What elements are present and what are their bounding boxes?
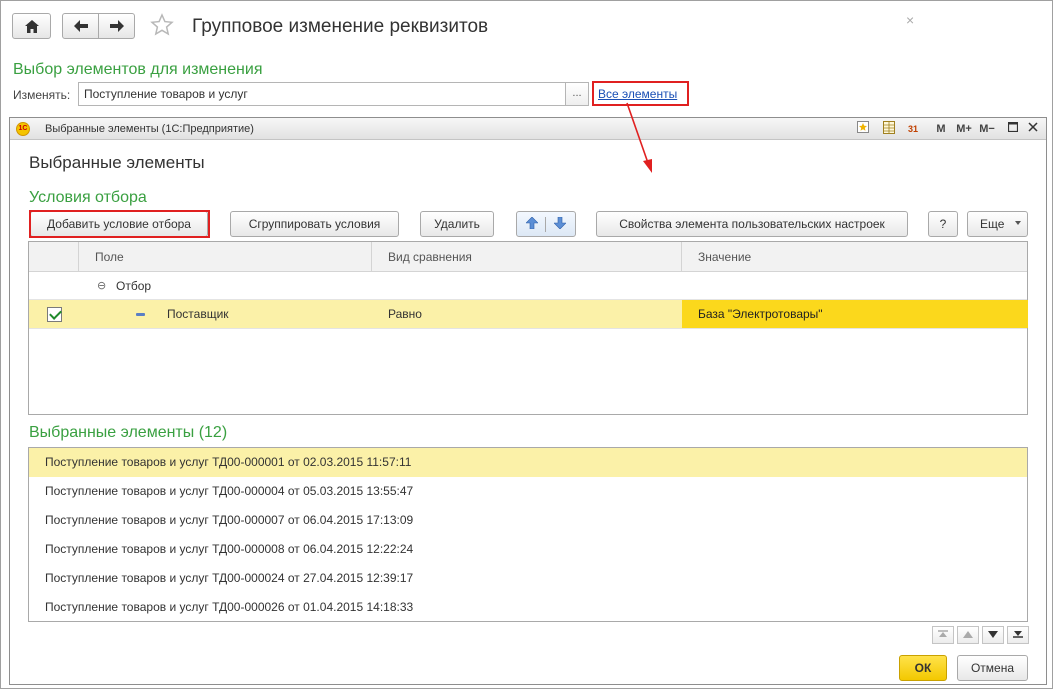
arrow-right-icon	[109, 20, 124, 32]
group-row[interactable]: ⊖ Отбор	[29, 272, 1027, 300]
close-dialog-icon[interactable]	[1026, 121, 1040, 137]
grid-header-value[interactable]: Значение	[682, 242, 1029, 272]
close-icon[interactable]: ×	[906, 12, 914, 28]
collapse-icon[interactable]: ⊖	[97, 272, 106, 299]
move-up-icon[interactable]	[518, 216, 546, 232]
m-plus-button[interactable]: M+	[955, 121, 973, 137]
filter-grid: Поле Вид сравнения Значение ⊖ Отбор Пост…	[28, 241, 1028, 415]
group-label: Отбор	[116, 278, 152, 293]
calendar-icon[interactable]: 31	[905, 121, 921, 137]
favorite-button[interactable]	[150, 13, 176, 39]
selected-elements-list: Поступление товаров и услуг ТД00-000001 …	[28, 447, 1028, 622]
dialog-titlebar: 1С Выбранные элементы (1С:Предприятие) 3…	[10, 118, 1046, 140]
scroll-top-icon[interactable]	[932, 626, 954, 644]
move-down-icon[interactable]	[546, 216, 574, 232]
ok-button[interactable]: ОК	[899, 655, 947, 681]
star-icon	[150, 13, 174, 36]
grid-header-comparison[interactable]: Вид сравнения	[372, 242, 682, 272]
list-item[interactable]: Поступление товаров и услуг ТД00-000001 …	[29, 448, 1027, 477]
app-logo-icon: 1С	[16, 122, 30, 136]
more-label: Еще	[980, 217, 1005, 231]
m-minus-button[interactable]: M−	[978, 121, 996, 137]
list-item[interactable]: Поступление товаров и услуг ТД00-000008 …	[29, 535, 1027, 564]
properties-button[interactable]: Свойства элемента пользовательских настр…	[596, 211, 908, 237]
table-row[interactable]: Поставщик Равно База "Электротовары"	[29, 300, 1028, 329]
field-cell: Поставщик	[79, 300, 372, 328]
minus-icon	[136, 312, 145, 316]
grid-header-field[interactable]: Поле	[79, 242, 372, 272]
move-buttons	[516, 211, 576, 237]
m-button[interactable]: M	[934, 121, 948, 137]
group-conditions-button[interactable]: Сгруппировать условия	[230, 211, 399, 237]
arrow-left-icon	[73, 20, 88, 32]
selected-elements-dialog: 1С Выбранные элементы (1С:Предприятие) 3…	[9, 117, 1047, 685]
chevron-down-icon	[1015, 221, 1021, 225]
favorite-small-icon[interactable]	[856, 121, 870, 137]
more-button[interactable]: Еще	[967, 211, 1028, 237]
grid-header: Поле Вид сравнения Значение	[29, 242, 1027, 272]
list-item[interactable]: Поступление товаров и услуг ТД00-000007 …	[29, 506, 1027, 535]
forward-button[interactable]	[98, 13, 135, 39]
home-icon	[24, 19, 39, 33]
annotation-arrow	[626, 102, 652, 173]
scroll-bottom-icon[interactable]	[1007, 626, 1029, 644]
checkmark-icon	[47, 306, 62, 322]
filter-heading: Условия отбора	[29, 189, 147, 206]
list-item[interactable]: Поступление товаров и услуг ТД00-000026 …	[29, 593, 1027, 622]
scroll-up-icon[interactable]	[957, 626, 979, 644]
main-window: Групповое изменение реквизитов × Выбор э…	[0, 0, 1053, 689]
maximize-icon[interactable]	[1006, 121, 1020, 137]
row-checkbox[interactable]	[47, 300, 62, 328]
change-label: Изменять:	[13, 88, 71, 102]
dialog-title: Выбранные элементы	[29, 153, 205, 172]
value-cell[interactable]: База "Электротовары"	[682, 300, 1028, 328]
choose-button[interactable]: ...	[566, 82, 589, 106]
selection-heading: Выбор элементов для изменения	[13, 61, 263, 78]
comparison-cell[interactable]: Равно	[372, 300, 682, 328]
all-elements-link[interactable]: Все элементы	[598, 87, 677, 101]
annotation-box-add-condition	[29, 210, 210, 238]
scroll-down-icon[interactable]	[982, 626, 1004, 644]
grid-header-check	[29, 242, 79, 272]
delete-button[interactable]: Удалить	[420, 211, 494, 237]
list-item[interactable]: Поступление товаров и услуг ТД00-000004 …	[29, 477, 1027, 506]
list-item[interactable]: Поступление товаров и услуг ТД00-000024 …	[29, 564, 1027, 593]
list-heading: Выбранные элементы (12)	[29, 424, 228, 441]
field-value: Поставщик	[167, 307, 229, 321]
back-button[interactable]	[62, 13, 99, 39]
help-button[interactable]: ?	[928, 211, 958, 237]
page-title: Групповое изменение реквизитов	[192, 16, 489, 37]
cancel-button[interactable]: Отмена	[957, 655, 1028, 681]
change-field[interactable]: Поступление товаров и услуг	[78, 82, 566, 106]
home-button[interactable]	[12, 13, 51, 39]
table-icon[interactable]	[882, 121, 896, 137]
dialog-caption: Выбранные элементы (1С:Предприятие)	[45, 123, 254, 135]
